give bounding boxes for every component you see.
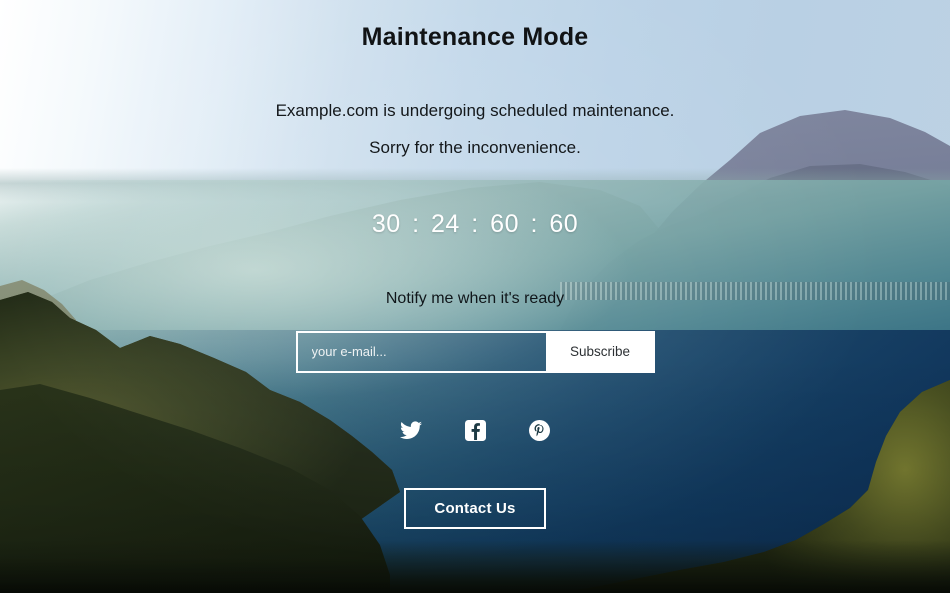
countdown-separator-2: : — [471, 209, 479, 238]
countdown-hours: 24 — [431, 209, 460, 238]
twitter-icon[interactable] — [400, 420, 422, 442]
contact-us-button[interactable]: Contact Us — [404, 487, 546, 529]
pinterest-icon[interactable] — [528, 420, 550, 442]
facebook-icon[interactable] — [464, 420, 486, 442]
intro-line-1: Example.com is undergoing scheduled main… — [275, 100, 675, 120]
countdown-minutes: 60 — [490, 209, 519, 238]
countdown-seconds: 60 — [549, 209, 579, 238]
email-input[interactable] — [295, 330, 546, 373]
page-content: Maintenance Mode Example.com is undergoi… — [0, 0, 950, 593]
countdown-separator-3: : — [530, 209, 538, 238]
subscribe-form: Subscribe — [0, 330, 950, 373]
countdown-timer: 30 : 24 : 60 : 60 — [0, 210, 950, 239]
intro-text: Example.com is undergoing scheduled main… — [0, 100, 950, 158]
social-links — [0, 420, 950, 442]
maintenance-page: Maintenance Mode Example.com is undergoi… — [0, 0, 950, 593]
countdown-days: 30 — [371, 209, 401, 238]
subscribe-button[interactable]: Subscribe — [545, 330, 655, 373]
countdown-separator-1: : — [412, 209, 420, 238]
contact-section: Contact Us — [0, 487, 950, 529]
notify-label: Notify me when it's ready — [385, 289, 565, 307]
intro-line-2: Sorry for the inconvenience. — [369, 138, 581, 158]
page-title: Maintenance Mode — [361, 23, 589, 51]
